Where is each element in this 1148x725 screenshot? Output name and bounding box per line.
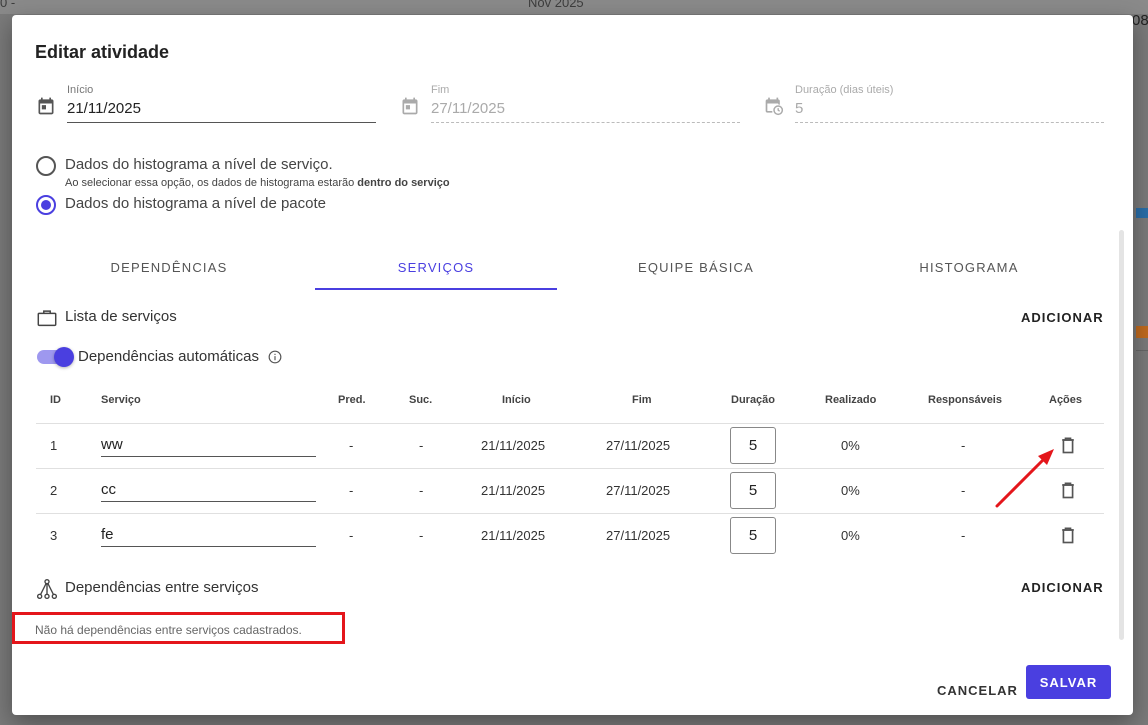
edit-activity-dialog: Editar atividade Início 21/11/2025 Fim 2… bbox=[12, 15, 1133, 715]
dialog-title: Editar atividade bbox=[35, 42, 170, 62]
save-button[interactable]: SALVAR bbox=[1026, 665, 1111, 699]
row-end: 27/11/2025 bbox=[606, 438, 671, 453]
row-start: 21/11/2025 bbox=[481, 528, 546, 543]
calendar-icon bbox=[38, 97, 54, 115]
package-level-label: Dados do histograma a nível de pacote bbox=[65, 195, 326, 212]
row-owners: - bbox=[961, 528, 966, 543]
row-id: 3 bbox=[50, 528, 58, 543]
backdrop-month-label: Nov 2025 bbox=[528, 0, 584, 10]
row-pred: - bbox=[349, 438, 354, 453]
hierarchy-icon bbox=[36, 578, 58, 600]
package-level-radio[interactable] bbox=[36, 195, 56, 215]
service-name-input[interactable] bbox=[101, 433, 316, 457]
add-service-button[interactable]: ADICIONAR bbox=[1021, 310, 1104, 325]
services-section-header: Lista de serviços bbox=[36, 307, 436, 329]
auto-dependencies-toggle[interactable] bbox=[37, 347, 74, 367]
dependencies-section-header: Dependências entre serviços bbox=[36, 578, 436, 600]
annotation-highlight-box bbox=[12, 612, 345, 644]
service-level-label: Dados do histograma a nível de serviço. bbox=[65, 156, 333, 173]
services-section-title: Lista de serviços bbox=[65, 308, 177, 325]
end-date-underline bbox=[431, 122, 740, 123]
duration-label: Duração (dias úteis) bbox=[795, 84, 894, 96]
row-suc: - bbox=[419, 528, 424, 543]
end-date-value: 27/11/2025 bbox=[431, 100, 505, 117]
column-header-suc: Suc. bbox=[409, 394, 433, 406]
start-date-label: Início bbox=[67, 84, 94, 96]
row-suc: - bbox=[419, 483, 424, 498]
auto-dependencies-label: Dependências automáticas bbox=[78, 348, 259, 365]
row-done: 0% bbox=[841, 528, 860, 543]
end-date-label: Fim bbox=[431, 84, 450, 96]
tab-equipe-basica[interactable]: EQUIPE BÁSICA bbox=[575, 250, 817, 290]
column-header-end: Fim bbox=[632, 394, 652, 406]
info-icon[interactable] bbox=[268, 350, 282, 364]
row-id: 1 bbox=[50, 438, 58, 453]
row-start: 21/11/2025 bbox=[481, 438, 546, 453]
row-end: 27/11/2025 bbox=[606, 528, 671, 543]
duration-field: Duração (dias úteis) 5 bbox=[764, 82, 1104, 126]
calendar-clock-icon bbox=[765, 97, 784, 116]
tab-servicos[interactable]: SERVIÇOS bbox=[315, 250, 557, 290]
scrollbar[interactable] bbox=[1119, 230, 1124, 640]
service-level-help-bold: dentro do serviço bbox=[357, 177, 450, 189]
tab-dependencias[interactable]: DEPENDÊNCIAS bbox=[48, 250, 290, 290]
column-header-done: Realizado bbox=[825, 394, 877, 406]
end-date-field: Fim 27/11/2025 bbox=[400, 82, 740, 126]
table-row: 2 - - 21/11/2025 27/11/2025 0% - bbox=[36, 469, 1104, 514]
add-dependency-button[interactable]: ADICIONAR bbox=[1021, 580, 1104, 595]
row-owners: - bbox=[961, 438, 966, 453]
table-row: 3 - - 21/11/2025 27/11/2025 0% - bbox=[36, 514, 1104, 559]
column-header-duration: Duração bbox=[731, 394, 776, 406]
start-date-field[interactable]: Início 21/11/2025 bbox=[36, 82, 376, 126]
tab-histograma[interactable]: HISTOGRAMA bbox=[848, 250, 1090, 290]
service-name-input[interactable] bbox=[101, 523, 316, 547]
table-header-row: ID Serviço Pred. Suc. Início Fim Duração… bbox=[36, 380, 1104, 424]
row-done: 0% bbox=[841, 483, 860, 498]
backdrop-right-edge-text: 08 bbox=[1132, 12, 1148, 29]
cancel-button[interactable]: CANCELAR bbox=[931, 673, 1017, 707]
duration-input[interactable] bbox=[730, 472, 776, 509]
duration-value: 5 bbox=[795, 100, 804, 117]
backdrop-divider bbox=[1136, 350, 1148, 351]
duration-underline bbox=[795, 122, 1104, 123]
backdrop-gantt-bar bbox=[1136, 208, 1148, 218]
row-suc: - bbox=[419, 438, 424, 453]
table-row: 1 - - 21/11/2025 27/11/2025 0% - bbox=[36, 424, 1104, 469]
column-header-pred: Pred. bbox=[338, 394, 366, 406]
column-header-id: ID bbox=[50, 394, 61, 406]
column-header-owners: Responsáveis bbox=[928, 394, 1002, 406]
service-level-help: Ao selecionar essa opção, os dados de hi… bbox=[65, 177, 450, 189]
duration-input[interactable] bbox=[730, 427, 776, 464]
service-level-radio[interactable] bbox=[36, 156, 56, 176]
column-header-actions: Ações bbox=[1049, 394, 1083, 406]
calendar-icon bbox=[402, 97, 418, 115]
column-header-start: Início bbox=[502, 394, 531, 406]
start-date-underline bbox=[67, 122, 376, 123]
trash-icon[interactable] bbox=[1058, 479, 1078, 501]
row-pred: - bbox=[349, 483, 354, 498]
histogram-service-level-option[interactable]: Dados do histograma a nível de serviço. … bbox=[36, 156, 536, 192]
activity-tabs: DEPENDÊNCIAS SERVIÇOS EQUIPE BÁSICA HIST… bbox=[48, 250, 1104, 290]
row-done: 0% bbox=[841, 438, 860, 453]
service-name-input[interactable] bbox=[101, 478, 316, 502]
row-start: 21/11/2025 bbox=[481, 483, 546, 498]
duration-input[interactable] bbox=[730, 517, 776, 554]
trash-icon[interactable] bbox=[1058, 524, 1078, 546]
backdrop-gantt-bar bbox=[1136, 326, 1148, 338]
briefcase-icon bbox=[37, 310, 57, 327]
row-end: 27/11/2025 bbox=[606, 483, 671, 498]
row-owners: - bbox=[961, 483, 966, 498]
row-pred: - bbox=[349, 528, 354, 543]
histogram-package-level-option[interactable]: Dados do histograma a nível de pacote bbox=[36, 195, 536, 217]
services-table: ID Serviço Pred. Suc. Início Fim Duração… bbox=[36, 380, 1104, 559]
dependencies-section-title: Dependências entre serviços bbox=[65, 579, 259, 596]
start-date-value[interactable]: 21/11/2025 bbox=[67, 100, 141, 117]
row-id: 2 bbox=[50, 483, 58, 498]
column-header-service: Serviço bbox=[101, 394, 141, 406]
trash-icon[interactable] bbox=[1058, 434, 1078, 456]
backdrop-left-edge-text: 0 - bbox=[0, 0, 16, 10]
service-level-help-text: Ao selecionar essa opção, os dados de hi… bbox=[65, 177, 358, 189]
